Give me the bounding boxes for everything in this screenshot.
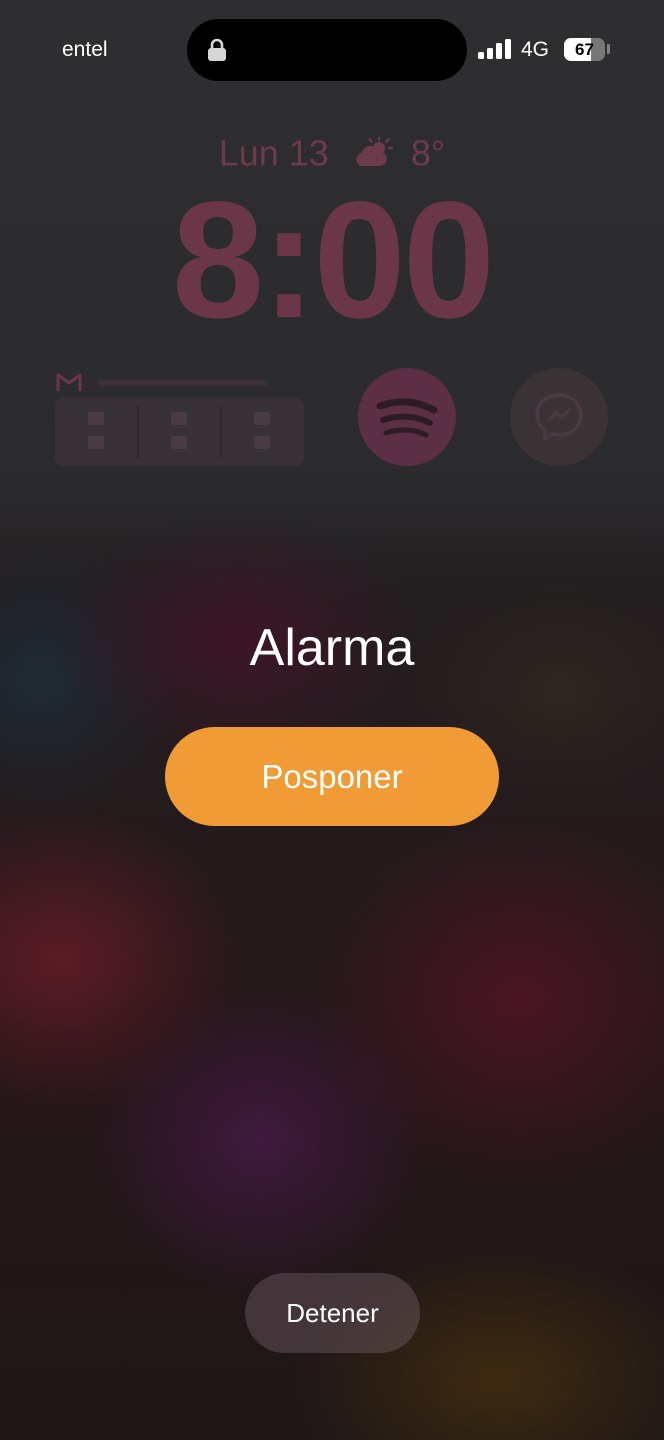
dynamic-island [187,19,467,81]
alarm-title: Alarma [249,619,415,677]
messenger-icon [535,393,583,441]
spotify-widget[interactable] [358,368,456,466]
widget-placeholder [88,412,104,425]
battery-icon: 67 [564,38,605,61]
stop-button[interactable]: Detener [245,1273,420,1353]
lock-icon [208,38,226,61]
gmail-widget[interactable] [55,398,304,466]
carrier-label: entel [62,38,108,61]
widget-placeholder [171,436,187,449]
gmail-icon [56,373,82,391]
messenger-widget[interactable] [510,368,608,466]
widget-divider [220,406,222,458]
partly-cloudy-icon [356,137,394,167]
widget-placeholder [88,436,104,449]
battery-percent: 67 [575,40,594,59]
battery-tip [607,44,610,54]
widget-placeholder [254,412,270,425]
widget-placeholder [171,412,187,425]
signal-icon [478,39,511,59]
spotify-icon [376,398,438,438]
widget-divider [137,406,139,458]
widget-placeholder [254,436,270,449]
snooze-button[interactable]: Posponer [165,727,499,826]
clock-time: 8:00 [171,168,495,353]
network-type: 4G [521,38,550,61]
gmail-widget-header-bar [98,380,268,386]
